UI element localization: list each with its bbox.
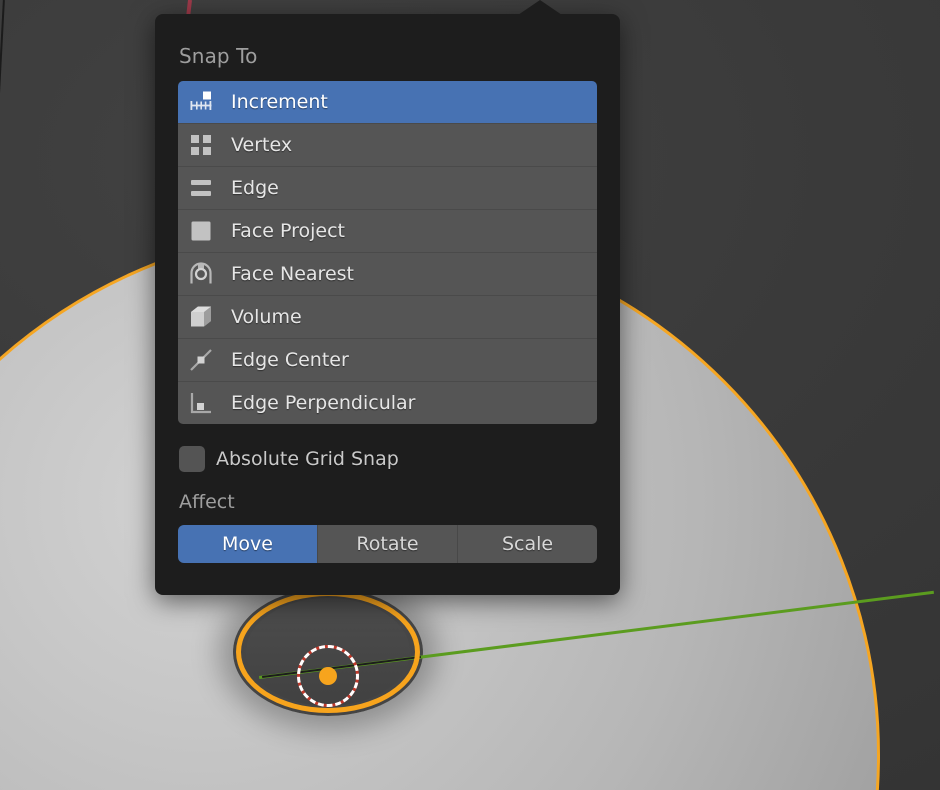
absolute-grid-snap-checkbox[interactable] (179, 446, 205, 472)
edge-icon (180, 167, 222, 209)
snap-option-label: Face Project (231, 220, 345, 242)
face-nearest-icon (180, 253, 222, 295)
snap-option-label: Edge (231, 177, 279, 199)
edge-center-icon (180, 339, 222, 381)
affect-button-group: Move Rotate Scale (178, 525, 597, 563)
snap-settings-popover: Snap To Increment (155, 14, 620, 595)
snap-option-edge[interactable]: Edge (178, 167, 597, 210)
snap-option-label: Increment (231, 91, 328, 113)
edge-perpendicular-icon (180, 382, 222, 424)
snap-option-edge-perpendicular[interactable]: Edge Perpendicular (178, 382, 597, 424)
snap-option-label: Edge Center (231, 349, 349, 371)
snap-option-label: Edge Perpendicular (231, 392, 416, 414)
affect-rotate-button[interactable]: Rotate (318, 525, 458, 563)
volume-icon (180, 296, 222, 338)
face-project-icon (180, 210, 222, 252)
snap-option-label: Volume (231, 306, 302, 328)
snap-option-label: Vertex (231, 134, 292, 156)
increment-icon (180, 81, 222, 123)
snap-option-vertex[interactable]: Vertex (178, 124, 597, 167)
snap-to-list: Increment Vertex Edge (178, 81, 597, 424)
affect-scale-button[interactable]: Scale (458, 525, 597, 563)
panel-title: Snap To (155, 14, 620, 68)
vertex-icon (180, 124, 222, 166)
absolute-grid-snap-label: Absolute Grid Snap (216, 448, 399, 470)
affect-move-button[interactable]: Move (178, 525, 318, 563)
snap-option-volume[interactable]: Volume (178, 296, 597, 339)
snap-option-label: Face Nearest (231, 263, 354, 285)
snap-option-increment[interactable]: Increment (178, 81, 597, 124)
snap-option-edge-center[interactable]: Edge Center (178, 339, 597, 382)
object-origin-dot[interactable] (319, 667, 337, 685)
popover-arrow (518, 0, 562, 15)
affect-heading: Affect (155, 472, 620, 513)
absolute-grid-snap-row[interactable]: Absolute Grid Snap (179, 446, 620, 472)
snap-option-face-project[interactable]: Face Project (178, 210, 597, 253)
snap-option-face-nearest[interactable]: Face Nearest (178, 253, 597, 296)
